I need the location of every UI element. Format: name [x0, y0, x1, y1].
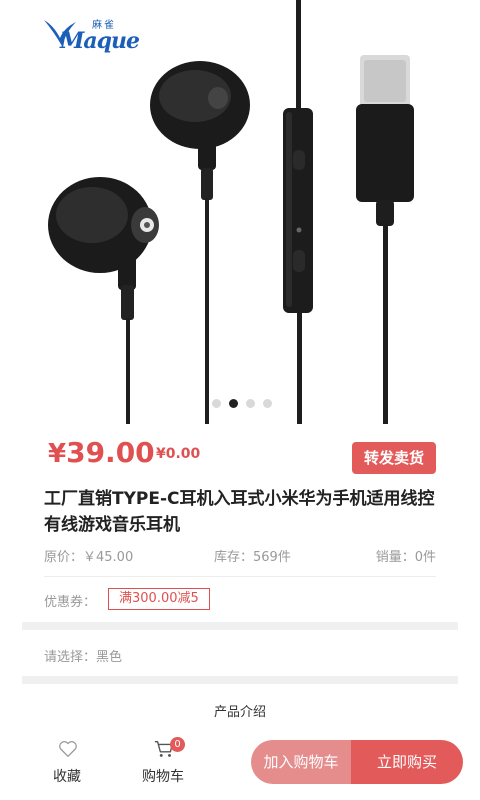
currency-symbol: ¥	[48, 439, 67, 469]
coupon-label: 优惠券：	[44, 595, 97, 610]
divider	[44, 576, 436, 577]
product-title: 工厂直销TYPE-C耳机入耳式小米华为手机适用线控有线游戏音乐耳机	[44, 489, 435, 535]
gallery-dot-active[interactable]	[229, 399, 238, 408]
price-tag-secondary: ¥0.00	[156, 446, 201, 462]
brand-logo: 麻雀 Maque	[40, 12, 140, 56]
gallery-dot[interactable]	[212, 399, 221, 408]
coupon-tag[interactable]: 满300.00减5	[108, 588, 210, 610]
stock-count: 库存：569件	[214, 550, 291, 565]
product-image-gallery[interactable]: 麻雀 Maque	[0, 0, 480, 424]
gallery-dot[interactable]	[246, 399, 255, 408]
spec-select-row[interactable]: 请选择：黑色	[44, 646, 122, 665]
gallery-dot[interactable]	[263, 399, 272, 408]
buy-now-button[interactable]: 立即购买	[351, 740, 463, 784]
add-to-cart-button[interactable]: 加入购物车	[251, 740, 351, 784]
current-price: ¥39.00	[48, 436, 155, 469]
cart-label: 购物车	[142, 769, 184, 785]
section-separator	[22, 676, 458, 684]
product-stats: 原价：￥45.00 库存：569件 销量：0件	[44, 546, 436, 566]
heart-icon	[59, 741, 77, 757]
product-image	[48, 0, 414, 424]
original-price: 原价：￥45.00	[44, 550, 134, 565]
brand-name: Maque	[60, 28, 140, 54]
favorite-label: 收藏	[53, 769, 81, 785]
gallery-indicator	[0, 399, 480, 408]
bottom-action-bar: 收藏 0 购物车 加入购物车 立即购买	[0, 728, 480, 800]
resell-button[interactable]: 转发卖货	[351, 442, 436, 474]
cart-count-badge: 0	[170, 737, 185, 752]
product-intro-title: 产品介绍	[213, 705, 266, 720]
section-separator	[22, 622, 458, 630]
current-price-value: 39.00	[66, 436, 155, 469]
price-row: ¥39.00 ¥0.00 转发卖货	[48, 436, 436, 474]
sales-count: 销量：0件	[375, 550, 436, 565]
